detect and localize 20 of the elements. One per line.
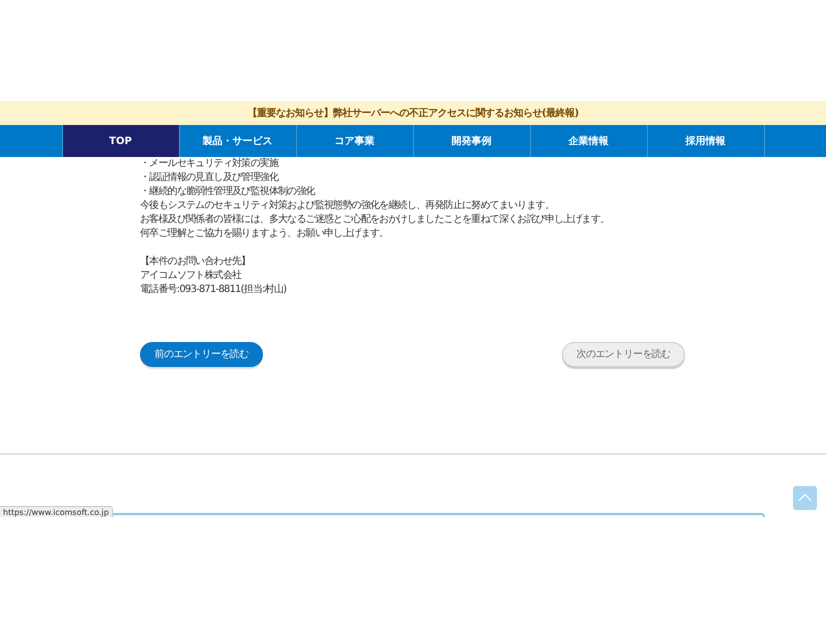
article-text-line: 今後もシステムのセキュリティ対策および監視態勢の強化を継続し、再発防止に努めてまいります。 (140, 199, 554, 213)
scroll-to-top-icon[interactable] (793, 486, 817, 510)
nav-tab[interactable]: 企業情報 (530, 125, 648, 157)
status-url: https://www.icomsoft.co.jp (0, 506, 113, 517)
nav-tab[interactable]: 開発事例 (414, 125, 530, 157)
article-text-line: お客様及び関係者の皆様には、多大なるご迷惑とご心配をおかけしましたことを重ねて深くお詫び申し上げます。 (140, 213, 610, 227)
nav-tab[interactable]: 製品・サービス (180, 125, 296, 157)
article-text-line: ・認証情報の見直し及び管理強化 (140, 171, 278, 185)
nav-tab[interactable]: コア事業 (296, 125, 414, 157)
next-entry-button[interactable]: 次のエントリーを読む (562, 342, 685, 367)
nav-tab[interactable]: TOP (62, 125, 180, 157)
article-text-line: 電話番号:093-871-8811(担当:村山) (140, 283, 286, 297)
previous-entry-button[interactable]: 前のエントリーを読む (140, 342, 263, 367)
nav-tab[interactable]: 採用情報 (648, 125, 764, 157)
article-text-line: ・メールセキュリティ対策の実施 (140, 157, 278, 171)
article-text-line: ・継続的な脆弱性管理及び監視体制の強化 (140, 185, 315, 199)
article-text-line: アイコムソフト株式会社 (140, 269, 242, 283)
article-text-line: 【本件のお問い合わせ先】 (140, 255, 250, 269)
notice-banner[interactable]: 【重要なお知らせ】弊社サーバーへの不正アクセスに関するお知らせ(最終報) (0, 101, 826, 125)
article-text-line: 何卒ご理解とご協力を賜りますよう、お願い申し上げます。 (140, 227, 388, 241)
